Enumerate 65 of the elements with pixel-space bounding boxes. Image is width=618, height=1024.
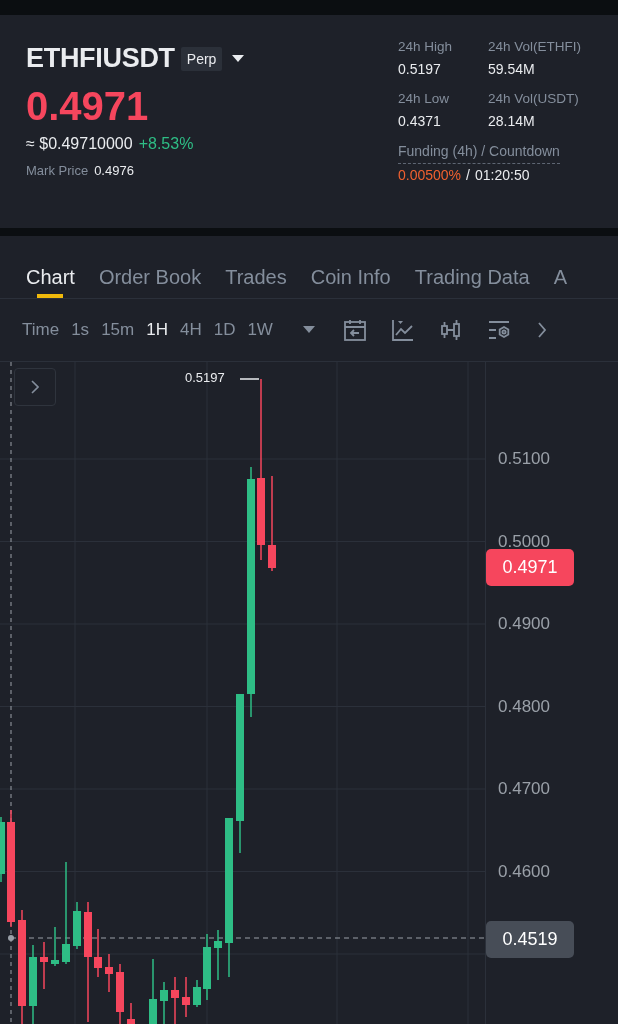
last-price: 0.4971 [26, 84, 150, 129]
candle [0, 816, 5, 883]
stat-label: 24h Vol(USDT) [488, 91, 580, 106]
calendar-icon[interactable] [342, 318, 367, 342]
tab[interactable]: Coin Info [298, 236, 403, 298]
candle [214, 929, 222, 981]
stat-label: 24h Low [398, 91, 451, 106]
expand-button[interactable] [14, 368, 56, 406]
candle [160, 981, 168, 1024]
interval-button[interactable]: Time [16, 316, 66, 344]
stat-label: 24h High [398, 39, 454, 54]
candle [73, 901, 81, 950]
candle [171, 976, 179, 1024]
candle [149, 958, 157, 1024]
line-chart-icon[interactable] [390, 318, 415, 342]
tab[interactable]: Order Book [86, 236, 214, 298]
mark-price-label: Mark Price [26, 163, 89, 178]
funding-label: Funding (4h) / Countdown [398, 143, 560, 164]
candle [105, 953, 113, 993]
caret-icon[interactable] [232, 54, 245, 63]
countdown: 01:20:50 [474, 167, 530, 183]
price-axis-label: 0.4600 [498, 861, 550, 882]
leader-line [239, 378, 260, 380]
symbol-title: ETHFIUSDT [26, 43, 175, 74]
candle [94, 928, 102, 978]
price-change: +8.53% [138, 135, 194, 153]
candle [116, 963, 124, 1024]
mark-price-value: 0.4976 [94, 163, 134, 178]
tab[interactable]: A [541, 236, 579, 298]
stat-value: 0.5197 [398, 61, 442, 77]
stat-value: 0.4371 [398, 113, 442, 129]
stat-label: 24h Vol(ETHFI) [488, 39, 583, 54]
interval-button[interactable]: 1D [207, 316, 242, 344]
interval-button[interactable]: 1s [65, 316, 96, 344]
separator-slash: / [466, 167, 470, 183]
tab[interactable]: Trading Data [402, 236, 542, 298]
crosshair-price-tag: 0.4519 [486, 921, 574, 958]
stat-value: 28.14M [488, 113, 536, 129]
dropdown-caret-icon[interactable] [302, 326, 315, 334]
last-price-tag: 0.4971 [486, 549, 574, 586]
contract-badge: Perp [180, 46, 223, 71]
chevron-right-icon[interactable] [536, 321, 547, 339]
interval-button[interactable]: 4H [173, 316, 208, 344]
price-axis-label: 0.5000 [498, 531, 550, 552]
candle [182, 976, 190, 1018]
candle [51, 926, 59, 967]
candlestick-icon[interactable] [438, 318, 463, 342]
candle [40, 941, 48, 990]
candle [127, 1002, 135, 1024]
high-price-marker: 0.5197 [185, 370, 225, 385]
price-axis-label: 0.4800 [498, 696, 550, 717]
interval-button[interactable]: 1H [140, 316, 174, 344]
price-axis-label: 0.4900 [498, 614, 550, 634]
interval-button[interactable]: 15m [95, 316, 141, 344]
chevron-right-icon [31, 380, 39, 394]
tab[interactable]: Chart [14, 236, 87, 298]
candle [203, 933, 211, 1001]
tab[interactable]: Trades [213, 236, 299, 298]
usd-price: ≈ $0.49710000 [26, 135, 133, 153]
price-axis-label: 0.5100 [498, 449, 550, 469]
interval-button[interactable]: 1W [241, 316, 279, 344]
price-axis-label: 0.4700 [498, 779, 550, 799]
candle [193, 979, 201, 1008]
stat-value: 59.54M [488, 61, 536, 77]
funding-rate: 0.00500% [398, 167, 462, 183]
